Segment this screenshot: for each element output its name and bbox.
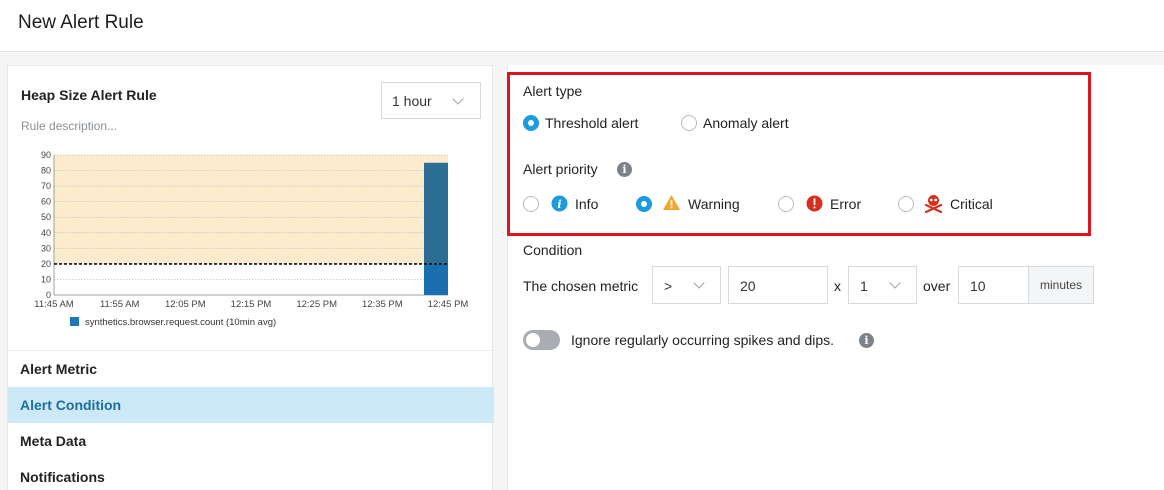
alert-priority-label: Alert priority: [523, 161, 598, 177]
priority-error-radio[interactable]: [778, 196, 794, 212]
y-tick-label: 60: [41, 197, 51, 207]
priority-critical-radio[interactable]: [898, 196, 914, 212]
priority-error-label[interactable]: Error: [830, 196, 861, 212]
ignore-spikes-label: Ignore regularly occurring spikes and di…: [571, 332, 835, 348]
rule-description[interactable]: Rule description...: [21, 119, 117, 133]
info-icon[interactable]: i: [859, 333, 874, 348]
x-tick-label: 12:15 PM: [231, 299, 272, 310]
threshold-alert-radio[interactable]: [523, 115, 539, 131]
x-tick-label: 12:05 PM: [165, 299, 206, 310]
duration-unit-addon: minutes: [1028, 266, 1094, 304]
nav-item-notifications[interactable]: Notifications: [8, 459, 494, 490]
over-text: over: [923, 278, 951, 294]
occurrence-count-value: 1: [860, 278, 868, 294]
x-tick-label: 11:45 AM: [34, 299, 74, 310]
x-tick-label: 12:35 PM: [362, 299, 403, 310]
page-header: New Alert Rule: [0, 0, 1164, 52]
nav-item-meta-data[interactable]: Meta Data: [8, 423, 494, 459]
x-tick-label: 11:55 AM: [100, 299, 140, 310]
priority-critical-label[interactable]: Critical: [950, 196, 993, 212]
ignore-spikes-toggle[interactable]: [523, 330, 560, 350]
priority-warning-label[interactable]: Warning: [688, 196, 740, 212]
duration-input[interactable]: 10: [958, 266, 1029, 304]
skull-crossbones-icon: [924, 195, 943, 213]
times-text: x: [834, 278, 841, 294]
legend-label: synthetics.browser.request.count (10min …: [85, 317, 276, 328]
threshold-value-input[interactable]: 20: [728, 266, 828, 304]
operator-select[interactable]: >: [652, 266, 721, 304]
error-icon: [806, 195, 823, 212]
occurrence-count-select[interactable]: 1: [848, 266, 917, 304]
y-tick-label: 40: [41, 228, 51, 238]
threshold-warning-area: [54, 155, 448, 264]
threshold-alert-label[interactable]: Threshold alert: [545, 115, 638, 131]
y-tick-label: 80: [41, 166, 51, 176]
toggle-knob: [526, 333, 540, 347]
chevron-down-icon: [452, 93, 464, 105]
y-tick-label: 70: [41, 181, 51, 191]
legend-swatch: [70, 317, 79, 326]
heap-size-chart: 010203040506070809011:45 AM 11:55 AM 12:05…: [34, 150, 469, 328]
priority-info-radio[interactable]: [523, 196, 539, 212]
priority-info-label[interactable]: Info: [575, 196, 598, 212]
condition-label: Condition: [523, 242, 583, 258]
anomaly-alert-radio[interactable]: [681, 115, 697, 131]
operator-value: >: [664, 278, 673, 294]
rule-section-nav: Alert Metric Alert Condition Meta Data N…: [8, 350, 494, 490]
rule-preview-panel: Heap Size Alert Rule Rule description...…: [7, 65, 494, 490]
time-range-select[interactable]: 1 hour: [381, 82, 481, 119]
page-title: New Alert Rule: [18, 12, 144, 33]
svg-text:i: i: [557, 198, 561, 211]
x-tick-label: 12:45 PM: [428, 299, 469, 310]
info-icon[interactable]: i: [617, 162, 632, 177]
info-icon: i: [551, 195, 568, 212]
chosen-metric-text: The chosen metric: [523, 278, 639, 294]
threshold-value: 20: [740, 278, 756, 294]
data-bar-below-threshold: [424, 263, 448, 295]
alert-type-label: Alert type: [523, 83, 583, 99]
chevron-down-icon: [889, 277, 901, 289]
y-tick-label: 90: [41, 150, 51, 160]
data-bar: [424, 162, 448, 264]
anomaly-alert-label[interactable]: Anomaly alert: [703, 115, 789, 131]
warning-icon: [663, 195, 680, 210]
x-tick-label: 12:25 PM: [296, 299, 337, 310]
y-tick-label: 50: [41, 212, 51, 222]
nav-item-alert-condition[interactable]: Alert Condition: [8, 387, 494, 423]
y-tick-label: 30: [41, 243, 51, 253]
nav-item-alert-metric[interactable]: Alert Metric: [8, 351, 494, 387]
chevron-down-icon: [693, 277, 705, 289]
y-tick-label: 20: [41, 259, 51, 269]
duration-value: 10: [970, 278, 986, 294]
rule-title[interactable]: Heap Size Alert Rule: [21, 87, 157, 103]
time-range-value: 1 hour: [392, 93, 432, 109]
y-tick-label: 10: [41, 274, 51, 284]
priority-warning-radio[interactable]: [636, 196, 652, 212]
